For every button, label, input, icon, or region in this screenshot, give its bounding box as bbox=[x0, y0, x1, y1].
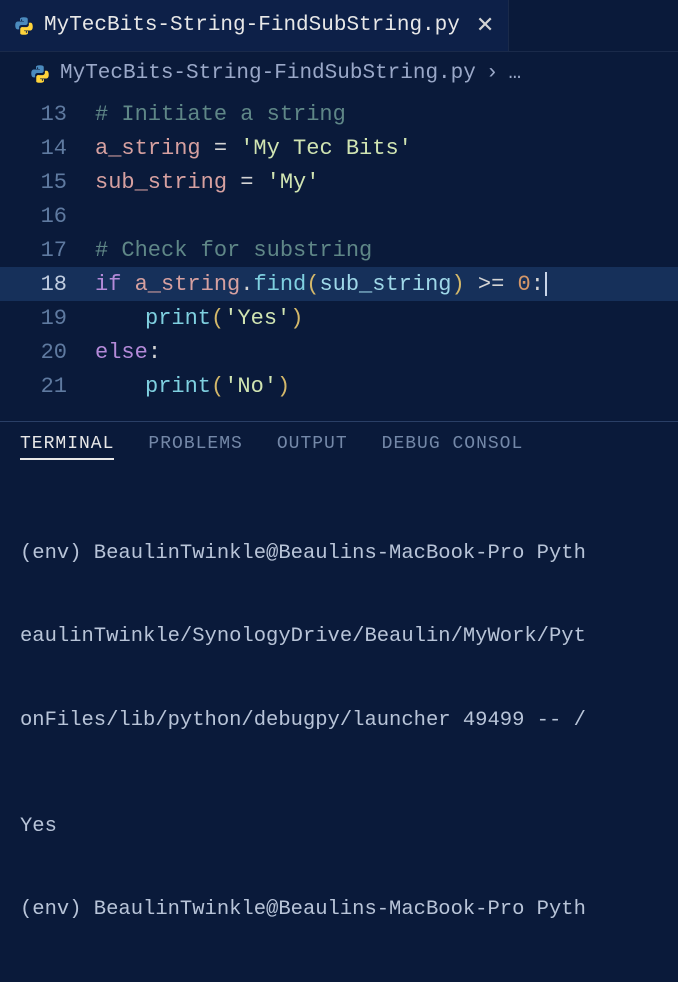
code-line[interactable]: 19 print('Yes') bbox=[0, 301, 678, 335]
code-line[interactable]: 15 sub_string = 'My' bbox=[0, 165, 678, 199]
terminal-line: eaulinTwinkle/SynologyDrive/Beaulin/MyWo… bbox=[20, 623, 658, 651]
code-token-builtin: print bbox=[145, 306, 211, 331]
tab-debug-console[interactable]: DEBUG CONSOL bbox=[382, 434, 524, 460]
tab-problems[interactable]: PROBLEMS bbox=[148, 434, 242, 460]
line-number: 17 bbox=[0, 238, 95, 263]
line-number: 13 bbox=[0, 102, 95, 127]
code-token-string: 'My Tec Bits' bbox=[240, 136, 412, 161]
code-line-active[interactable]: 18 if a_string.find(sub_string) >= 0: bbox=[0, 267, 678, 301]
panel-tabs: TERMINAL PROBLEMS OUTPUT DEBUG CONSOL bbox=[0, 422, 678, 470]
breadcrumb-more[interactable]: … bbox=[508, 62, 521, 85]
code-token-comment: # Check for substring bbox=[95, 238, 372, 263]
code-token-op: = bbox=[201, 136, 241, 161]
code-token-var: a_string bbox=[95, 136, 201, 161]
code-token-comment: # Initiate a string bbox=[95, 102, 346, 127]
code-token-string: 'Yes' bbox=[224, 306, 290, 331]
chevron-right-icon: › bbox=[486, 62, 499, 85]
code-token-func: find bbox=[253, 272, 306, 297]
code-line[interactable]: 14 a_string = 'My Tec Bits' bbox=[0, 131, 678, 165]
line-number: 20 bbox=[0, 340, 95, 365]
code-token-string: 'No' bbox=[224, 374, 277, 399]
python-icon bbox=[30, 64, 50, 84]
breadcrumb-file[interactable]: MyTecBits-String-FindSubString.py bbox=[60, 62, 476, 85]
code-line[interactable]: 13 # Initiate a string bbox=[0, 97, 678, 131]
text-cursor bbox=[545, 272, 547, 296]
bottom-panel: TERMINAL PROBLEMS OUTPUT DEBUG CONSOL (e… bbox=[0, 421, 678, 980]
tab-bar: MyTecBits-String-FindSubString.py ✕ bbox=[0, 0, 678, 52]
line-number: 21 bbox=[0, 374, 95, 399]
code-token-string: 'My' bbox=[267, 170, 320, 195]
breadcrumb: MyTecBits-String-FindSubString.py › … bbox=[0, 52, 678, 93]
terminal-line: (env) BeaulinTwinkle@Beaulins-MacBook-Pr… bbox=[20, 896, 658, 924]
code-line[interactable]: 17 # Check for substring bbox=[0, 233, 678, 267]
terminal-output[interactable]: (env) BeaulinTwinkle@Beaulins-MacBook-Pr… bbox=[0, 470, 678, 980]
tab-label: MyTecBits-String-FindSubString.py bbox=[44, 14, 460, 37]
close-icon[interactable]: ✕ bbox=[476, 13, 494, 39]
line-number: 15 bbox=[0, 170, 95, 195]
line-number: 14 bbox=[0, 136, 95, 161]
code-editor[interactable]: 13 # Initiate a string 14 a_string = 'My… bbox=[0, 93, 678, 421]
code-token-keyword: else bbox=[95, 340, 148, 365]
code-line[interactable]: 16 bbox=[0, 199, 678, 233]
tab-output[interactable]: OUTPUT bbox=[277, 434, 348, 460]
tab-terminal[interactable]: TERMINAL bbox=[20, 434, 114, 460]
line-number: 19 bbox=[0, 306, 95, 331]
code-token-op: = bbox=[227, 170, 267, 195]
terminal-line: Yes bbox=[20, 813, 658, 841]
python-icon bbox=[14, 16, 34, 36]
line-number: 18 bbox=[0, 272, 95, 297]
code-line[interactable]: 20 else: bbox=[0, 335, 678, 369]
code-token-number: 0 bbox=[518, 272, 531, 297]
code-line[interactable]: 21 print('No') bbox=[0, 369, 678, 403]
code-token-var: a_string bbox=[135, 272, 241, 297]
code-token-builtin: print bbox=[145, 374, 211, 399]
line-number: 16 bbox=[0, 204, 95, 229]
terminal-line: onFiles/lib/python/debugpy/launcher 4949… bbox=[20, 707, 658, 735]
code-token-keyword: if bbox=[95, 272, 121, 297]
code-token-var: sub_string bbox=[95, 170, 227, 195]
code-token-param: sub_string bbox=[319, 272, 451, 297]
editor-tab[interactable]: MyTecBits-String-FindSubString.py ✕ bbox=[0, 0, 509, 51]
terminal-line: (env) BeaulinTwinkle@Beaulins-MacBook-Pr… bbox=[20, 540, 658, 568]
